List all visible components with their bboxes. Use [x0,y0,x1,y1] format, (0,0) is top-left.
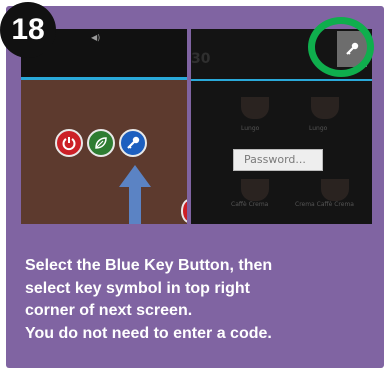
power-button[interactable] [55,129,83,157]
cup-counter: 30 [191,51,211,67]
cup-label: Caffè Crema [231,201,269,208]
highlight-ring [308,17,374,77]
arrow-up-icon [119,165,151,224]
eco-button[interactable] [87,129,115,157]
instruction-line: select key symbol in top right [25,279,250,297]
cup-label: Crema Caffè Crema [295,201,354,208]
instruction-line: You do not need to enter a code. [25,324,272,342]
instruction-text: Select the Blue Key Button, then select … [25,255,375,345]
cup-image [241,97,269,119]
cup-label: Lungo [241,125,260,132]
volume-icon: ◀) [91,33,101,42]
partial-button [181,199,187,223]
power-icon [62,137,76,151]
cup-image [321,179,349,201]
instruction-line: Select the Blue Key Button, then [25,257,273,274]
cup-image [311,97,339,119]
left-screenshot: ▮▮▮ ◀) [21,29,187,224]
cup-image [241,179,269,201]
blue-key-button[interactable] [119,129,147,157]
key-icon [127,136,140,149]
accent-line [21,77,187,80]
step-number-badge: 18 [0,2,56,58]
password-field[interactable]: Password... [233,149,323,171]
accent-line-right [191,79,372,81]
instruction-line: corner of next screen. [25,302,193,319]
leaf-icon [95,137,107,149]
cup-label: Lungo [309,125,328,132]
